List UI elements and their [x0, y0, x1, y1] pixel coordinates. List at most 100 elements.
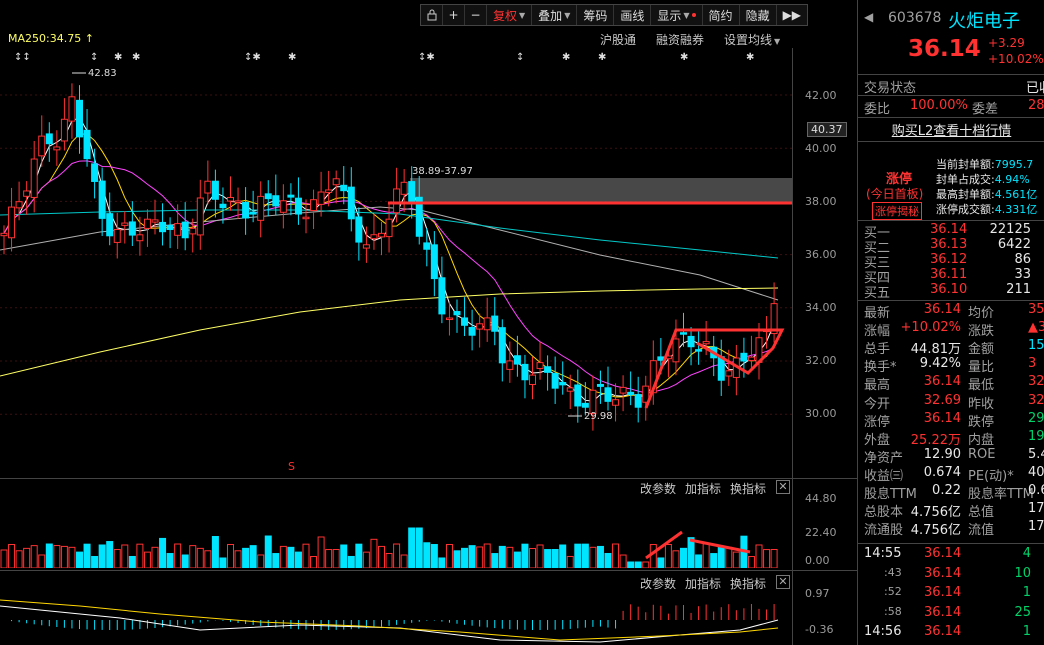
stat-row: 换手* 9.42% 量比 3: [858, 356, 1044, 375]
tick-price: 36.14: [924, 604, 962, 620]
toolbar-chips-button[interactable]: 筹码: [577, 5, 615, 25]
stat-value: 36.14: [923, 410, 961, 426]
toolbar-hide-button[interactable]: 隐藏: [740, 5, 777, 25]
toolbar-overlay-button[interactable]: 叠加 ▼: [532, 5, 578, 25]
ma-settings-link[interactable]: 设置均线 ▼: [724, 31, 780, 48]
bid-row: 买五 36.10 211: [864, 282, 1031, 301]
range-label: 38.89-37.97: [412, 166, 473, 177]
tick-row: :58 36.14 25: [858, 605, 1044, 623]
toolbar-next-icon[interactable]: ▶▶: [777, 5, 807, 25]
stat-label: 总股本: [864, 505, 904, 521]
stat-row: 总手 44.81万金额 15.7: [858, 338, 1044, 358]
tick-volume: 10: [1014, 565, 1031, 581]
first-board-badge: (今日首板): [866, 187, 924, 201]
stat-label: 涨跌: [968, 324, 995, 340]
tick-price: 36.14: [924, 546, 962, 561]
macd-params-button[interactable]: 改参数: [640, 575, 676, 592]
stat-row: 净资产 12.90 ROE 5.4: [858, 446, 1044, 466]
event-marker-icon[interactable]: ↕: [516, 52, 524, 63]
trade-status-row: 交易状态 已收: [864, 81, 1044, 96]
tick-price: 36.14: [924, 624, 962, 639]
stat-value: 25.22万: [910, 432, 961, 448]
chart-area[interactable]: + − 复权 ▼ 叠加 ▼ 筹码 画线 显示 ▼ 简约 隐藏 ▶▶ MA250:34.…: [0, 0, 857, 645]
price-tick: 40.00: [805, 142, 837, 155]
macd-add-indicator-button[interactable]: 加指标: [685, 575, 721, 592]
volume-switch-indicator-button[interactable]: 换指标: [730, 480, 766, 497]
stat-label: 最高: [864, 378, 891, 394]
stat-value: 35: [1028, 302, 1044, 317]
stat-value: 4.756亿: [910, 523, 961, 539]
volume-close-icon[interactable]: ✕: [776, 480, 790, 494]
s-marker: S: [288, 460, 295, 473]
l2-link[interactable]: 购买L2查看十档行情: [858, 120, 1044, 139]
limit-up-stats: 当前封单额:7995.7 封单占成交:4.94% 最高封单额:4.561亿 涨停…: [936, 158, 1038, 216]
macd-close-icon[interactable]: ✕: [776, 575, 790, 589]
event-marker-icon[interactable]: ↕↕: [14, 52, 31, 63]
event-marker-icon[interactable]: ↕: [90, 52, 98, 63]
price-axis: 42.00 40.00 38.00 36.00 34.00 32.00 30.0…: [792, 48, 857, 478]
volume-params-button[interactable]: 改参数: [640, 480, 676, 497]
volume-tick: 22.40: [805, 526, 837, 539]
lock-icon[interactable]: [421, 5, 443, 25]
price-tick: 42.00: [805, 89, 837, 102]
toolbar-simple-button[interactable]: 简约: [703, 5, 740, 25]
stat-value: 5.4: [1028, 446, 1044, 462]
event-markers[interactable]: ↕↕ ↕ ✱ ✱ ↕✱ ✱ ↕✱ ↕ ✱ ✱ ✱ ✱: [0, 52, 792, 64]
candlestick-chart[interactable]: 42.83 29.98 38.89-37.97 S: [0, 48, 792, 478]
stat-label: 总手: [864, 342, 891, 358]
toolbar-display-button[interactable]: 显示 ▼: [651, 5, 703, 25]
tick-volume: 1: [1022, 624, 1031, 639]
macd-chart: [0, 599, 779, 643]
tick-time: :52: [884, 585, 902, 598]
tick-row: :52 36.14 1: [858, 585, 1044, 603]
volume-add-indicator-button[interactable]: 加指标: [685, 480, 721, 497]
stock-title: ◀ 603678 火炬电子: [858, 8, 1044, 32]
tick-time: 14:56: [864, 624, 902, 639]
margin-link[interactable]: 融资融券: [656, 31, 704, 48]
stock-name: 火炬电子: [948, 11, 1020, 32]
event-marker-icon[interactable]: ✱: [746, 52, 754, 63]
hgt-link[interactable]: 沪股通: [600, 31, 636, 48]
stat-value: 171.: [1028, 501, 1044, 517]
stat-label: 内盘: [968, 432, 995, 448]
price-tick: 38.00: [805, 195, 837, 208]
price-change: +3.29: [988, 36, 1025, 50]
limit-up-reveal-button[interactable]: 涨停揭秘: [872, 202, 922, 220]
zoom-out-icon[interactable]: −: [465, 5, 487, 25]
event-marker-icon[interactable]: ✱: [680, 52, 688, 63]
stat-row: 今开 32.69 昨收 32: [858, 393, 1044, 412]
toolbar-draw-button[interactable]: 画线: [614, 5, 652, 25]
tick-row: :43 36.14 10: [858, 566, 1044, 584]
weibi-row: 委比 100.00% 委差 28: [864, 98, 1044, 117]
min-price-label: 29.98: [584, 411, 613, 422]
event-marker-icon[interactable]: ✱: [562, 52, 570, 63]
stat-label: 总值: [968, 505, 995, 521]
event-marker-icon[interactable]: ✱: [132, 52, 140, 63]
back-icon[interactable]: ◀: [864, 10, 873, 24]
price-tick: 34.00: [805, 301, 837, 314]
stat-value: ▲3: [1028, 320, 1044, 336]
zoom-in-icon[interactable]: +: [443, 5, 465, 25]
stat-label: 流通股: [864, 523, 904, 539]
stat-row: 外盘 25.22万内盘 19.6: [858, 428, 1044, 448]
current-price-tag: 40.37: [807, 122, 847, 137]
stat-row: 收益㈢ 0.674 PE(动)* 40: [858, 465, 1044, 484]
macd-switch-indicator-button[interactable]: 换指标: [730, 575, 766, 592]
stat-value: 171.: [1028, 519, 1044, 535]
stat-row: 流通股 4.756亿流值 171.: [858, 519, 1044, 539]
event-marker-icon[interactable]: ✱: [598, 52, 606, 63]
stat-label: 流值: [968, 523, 995, 539]
event-marker-icon[interactable]: ↕✱: [244, 52, 261, 63]
stat-value: 32: [1028, 374, 1044, 390]
event-marker-icon[interactable]: ✱: [288, 52, 296, 63]
ma250-label: MA250:34.75 ↑: [8, 32, 94, 45]
event-marker-icon[interactable]: ↕✱: [418, 52, 435, 63]
stat-row: 最高 36.14 最低 32: [858, 374, 1044, 394]
toolbar-fuquan-button[interactable]: 复权 ▼: [487, 5, 533, 25]
stat-label: 金额: [968, 342, 995, 358]
volume-chart: [0, 527, 778, 568]
stat-value: 19.6: [1028, 428, 1044, 444]
tick-row: 14:55 36.14 4: [858, 546, 1044, 564]
stat-label: PE(动)*: [968, 468, 1014, 484]
event-marker-icon[interactable]: ✱: [114, 52, 122, 63]
